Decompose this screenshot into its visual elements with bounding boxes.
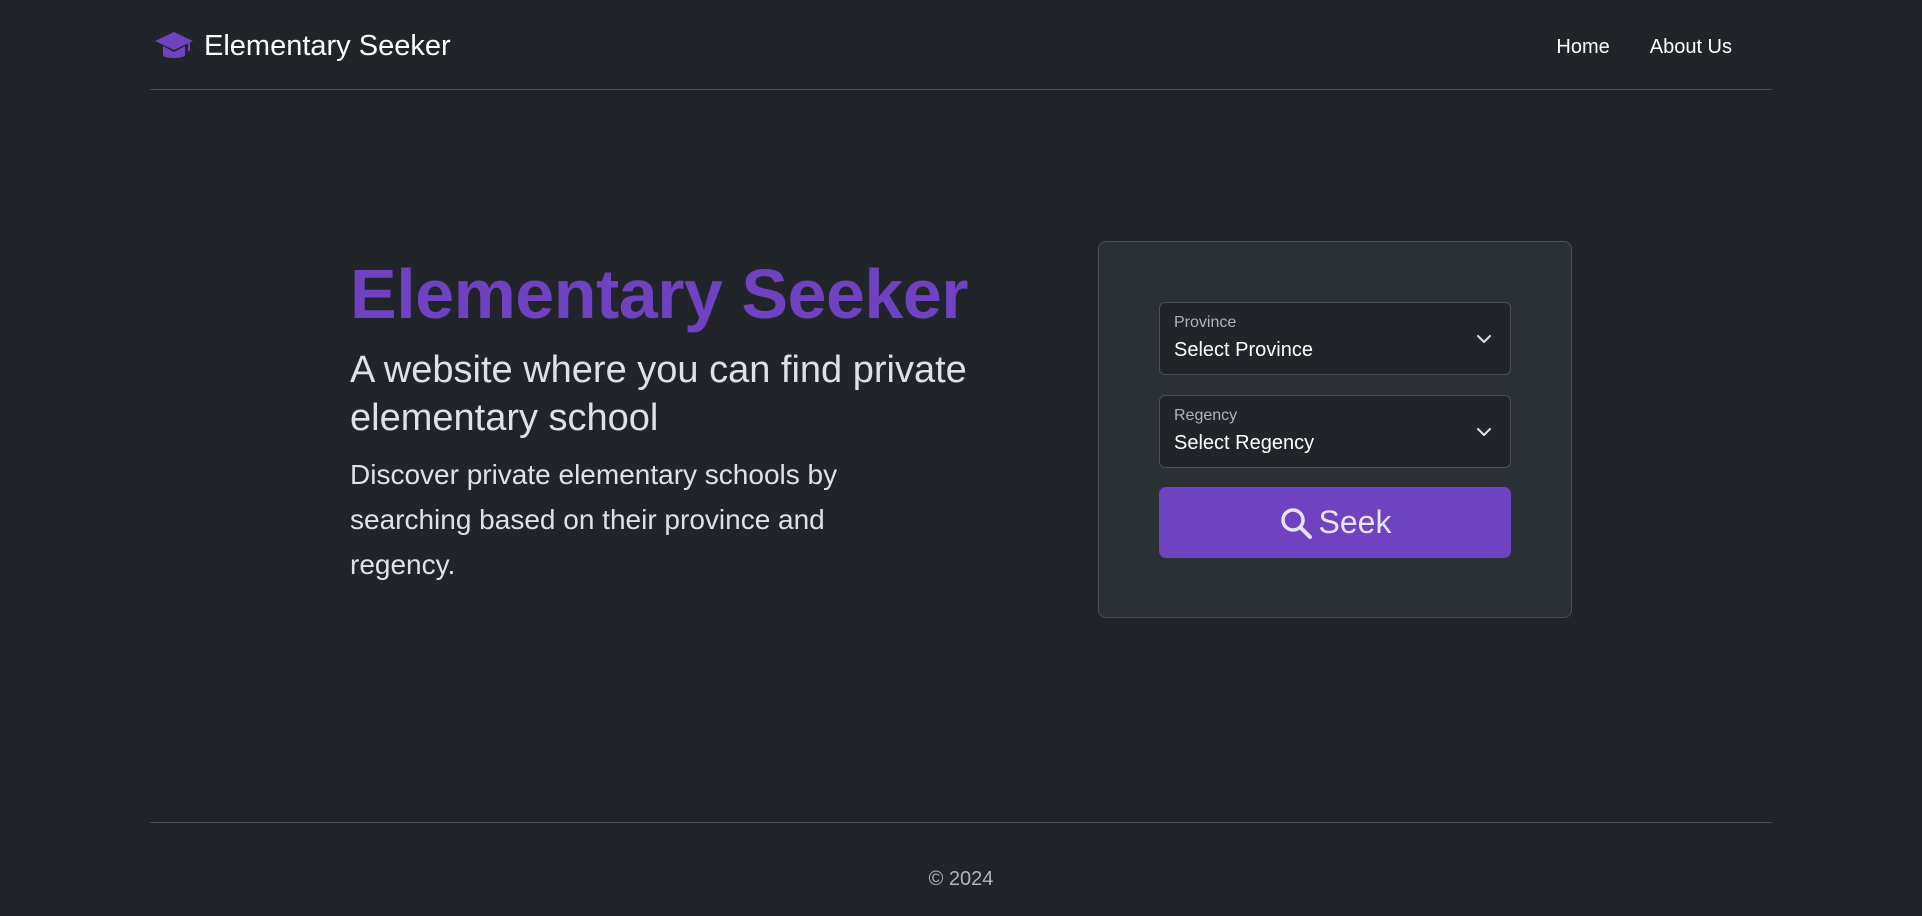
hero-title: Elementary Seeker	[350, 255, 969, 333]
footer-copyright: © 2024	[928, 868, 994, 890]
brand-name: Elementary Seeker	[204, 30, 451, 62]
footer-divider	[150, 822, 1772, 823]
brand-link[interactable]: Elementary Seeker	[154, 26, 451, 66]
seek-button-label: Seek	[1318, 504, 1392, 540]
province-value: Select Province	[1174, 339, 1313, 361]
province-select[interactable]: Province Select Province	[1159, 302, 1511, 375]
regency-label: Regency	[1174, 407, 1238, 424]
nav-about-link[interactable]: About Us	[1630, 32, 1752, 62]
page: Elementary Seeker Home About Us Elementa…	[0, 0, 1922, 916]
site-header: Elementary Seeker Home About Us	[150, 0, 1772, 90]
regency-select[interactable]: Regency Select Regency	[1159, 395, 1511, 468]
nav-home-link[interactable]: Home	[1536, 32, 1629, 62]
hero-description: Discover private elementary schools by s…	[350, 459, 838, 580]
regency-value: Select Regency	[1174, 432, 1315, 454]
graduation-cap-icon	[155, 32, 193, 58]
chevron-down-icon	[1477, 335, 1491, 343]
search-card: Province Select Province Regency Select …	[1098, 241, 1572, 618]
main-nav: Home About Us	[1536, 32, 1752, 62]
seek-button[interactable]: Seek	[1159, 487, 1511, 558]
hero-subtitle: A website where you can find private ele…	[350, 349, 967, 439]
chevron-down-icon	[1477, 428, 1491, 436]
province-label: Province	[1174, 314, 1237, 331]
search-icon	[1280, 507, 1312, 539]
